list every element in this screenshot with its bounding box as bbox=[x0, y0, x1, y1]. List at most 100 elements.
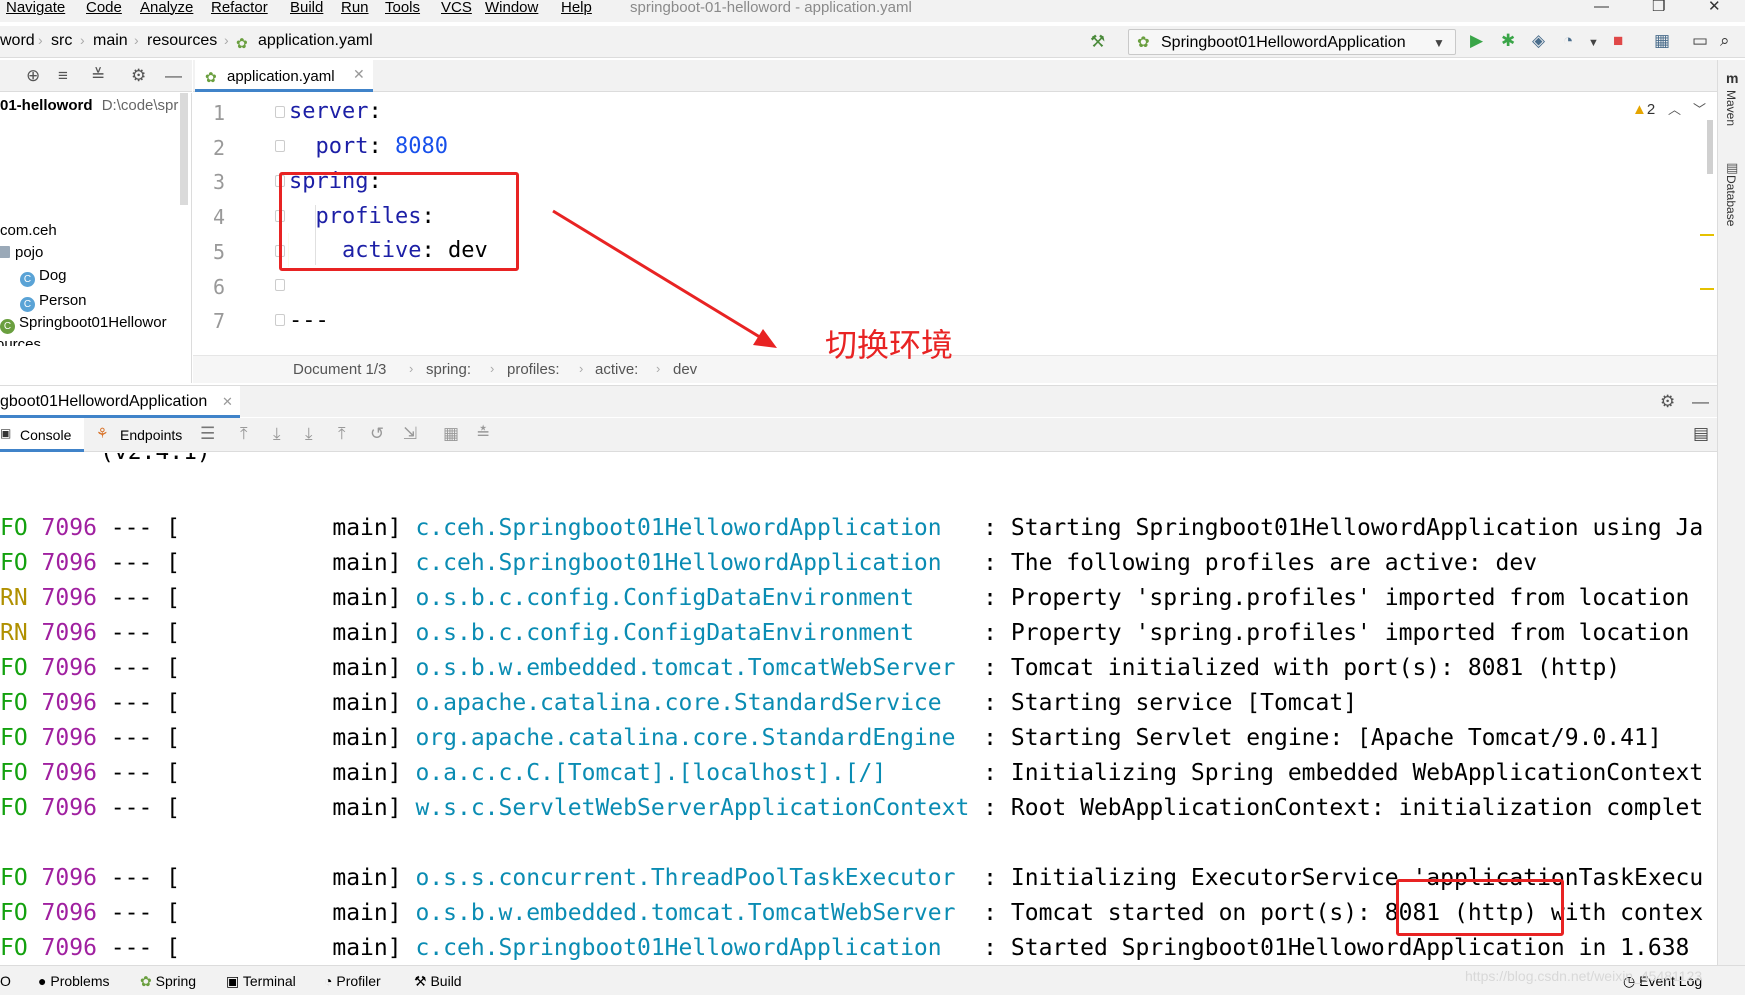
collapse-all-icon[interactable]: ≚ bbox=[91, 66, 105, 86]
crumb-document[interactable]: Document 1/3 bbox=[293, 361, 386, 378]
close-icon[interactable]: ✕ bbox=[353, 66, 365, 83]
minimize-icon[interactable]: — bbox=[1594, 0, 1609, 14]
breadcrumb-src[interactable]: src bbox=[51, 32, 72, 50]
gear-icon[interactable]: ⚙ bbox=[1660, 392, 1675, 412]
chevron-down-icon[interactable]: ▼ bbox=[1588, 33, 1599, 53]
build-hammer-icon[interactable]: ⚒ bbox=[1090, 32, 1105, 52]
change-marker bbox=[1700, 234, 1714, 236]
editor-scrollbar[interactable] bbox=[1707, 120, 1713, 174]
tab-endpoints[interactable]: ⚘ Endpoints bbox=[96, 418, 196, 452]
tree-item-class[interactable]: C Dog bbox=[20, 267, 67, 287]
menu-window[interactable]: Window bbox=[485, 0, 538, 16]
breadcrumb-resources[interactable]: resources bbox=[147, 32, 217, 50]
menu-bar: Navigate Code Analyze Refactor Build Run… bbox=[0, 0, 1745, 22]
tree-root[interactable]: 01-helloword D:\code\spr bbox=[0, 97, 178, 114]
filter-icon[interactable]: ≛ bbox=[476, 424, 490, 444]
menu-code[interactable]: Code bbox=[86, 0, 122, 16]
tab-profiler[interactable]: ◔ Profiler bbox=[324, 973, 381, 989]
log-bracket: ] bbox=[387, 795, 416, 821]
structure-breadcrumb: Document 1/3 › spring: › profiles: › act… bbox=[193, 355, 1717, 383]
wrap-icon[interactable]: ↺ bbox=[370, 424, 384, 444]
log-separator: --- [ bbox=[96, 725, 333, 751]
tab-build[interactable]: ⚒ Build bbox=[414, 973, 462, 990]
log-logger: o.s.b.w.embedded.tomcat.TomcatWebServer bbox=[415, 655, 970, 681]
breadcrumb-file[interactable]: application.yaml bbox=[258, 32, 373, 50]
fold-marker-icon[interactable] bbox=[275, 279, 285, 291]
tree-item-package[interactable]: com.ceh bbox=[0, 222, 57, 239]
log-separator: --- [ bbox=[96, 690, 333, 716]
debug-icon[interactable]: ✱ bbox=[1501, 31, 1515, 51]
tree-item-class[interactable]: C Person bbox=[20, 292, 87, 312]
close-icon[interactable]: ✕ bbox=[222, 394, 233, 410]
crumb-dev[interactable]: dev bbox=[673, 361, 697, 378]
menu-vcs[interactable]: VCS bbox=[441, 0, 472, 16]
log-bracket: ] bbox=[387, 515, 416, 541]
tree-item-folder[interactable]: ources bbox=[0, 336, 41, 346]
warning-indicator[interactable]: ▲2 bbox=[1632, 101, 1655, 118]
log-separator: --- [ bbox=[96, 550, 333, 576]
breadcrumb-project[interactable]: word bbox=[0, 32, 35, 50]
chevron-up-icon[interactable]: ︿ bbox=[1668, 100, 1681, 120]
download-icon[interactable]: ⤓ bbox=[273, 424, 281, 444]
menu-help[interactable]: Help bbox=[561, 0, 592, 16]
tab-problems[interactable]: ● Problems bbox=[38, 973, 110, 989]
table-icon[interactable]: ▦ bbox=[443, 424, 459, 444]
expand-all-icon[interactable]: ≡ bbox=[58, 66, 68, 86]
fold-marker-icon[interactable] bbox=[275, 314, 285, 326]
menu-navigate[interactable]: Navigate bbox=[6, 0, 65, 16]
sort-icon[interactable]: ⇲ bbox=[403, 424, 417, 444]
menu-build[interactable]: Build bbox=[290, 0, 323, 16]
coverage-icon[interactable]: ◈ bbox=[1532, 31, 1545, 51]
folder-icon bbox=[0, 246, 10, 258]
crumb-active[interactable]: active: bbox=[595, 361, 638, 378]
stop-icon[interactable]: ■ bbox=[1613, 31, 1623, 51]
run-icon[interactable]: ▶ bbox=[1470, 31, 1483, 51]
locate-icon[interactable]: ⊕ bbox=[26, 66, 40, 86]
log-line: FO 7096 --- [ main] org.apache.catalina.… bbox=[0, 721, 1662, 755]
menu-run[interactable]: Run bbox=[341, 0, 369, 16]
scroll-up-icon[interactable]: ⤒ bbox=[240, 424, 248, 444]
tab-application-yaml[interactable]: ✿ application.yaml ✕ bbox=[195, 60, 373, 92]
run-tab[interactable]: gboot01HellowordApplication ✕ bbox=[0, 386, 240, 418]
tree-item-folder[interactable]: pojo bbox=[0, 244, 43, 261]
hide-icon[interactable]: — bbox=[1692, 392, 1709, 412]
layout-icon[interactable]: ▤ bbox=[1693, 424, 1709, 444]
maven-tool-label[interactable]: Maven bbox=[1724, 90, 1738, 126]
menu-analyze[interactable]: Analyze bbox=[140, 0, 193, 16]
tab-spring[interactable]: ✿ Spring bbox=[140, 973, 196, 990]
run-configuration-select[interactable]: ✿ Springboot01HellowordApplication ▼ bbox=[1128, 29, 1456, 55]
chevron-down-icon[interactable]: ﹀ bbox=[1693, 100, 1706, 120]
chevron-down-icon: ▼ bbox=[1433, 36, 1445, 50]
menu-refactor[interactable]: Refactor bbox=[211, 0, 268, 16]
search-icon[interactable]: ⌕ bbox=[1720, 31, 1730, 51]
crumb-spring[interactable]: spring: bbox=[426, 361, 471, 378]
hide-icon[interactable]: — bbox=[165, 66, 182, 86]
close-window-icon[interactable]: ✕ bbox=[1708, 0, 1721, 14]
download-alt-icon[interactable]: ⤓ bbox=[305, 424, 313, 444]
menu-tools[interactable]: Tools bbox=[385, 0, 420, 16]
breadcrumb-main[interactable]: main bbox=[93, 32, 128, 50]
log-pid: 7096 bbox=[41, 655, 97, 681]
fold-marker-icon[interactable] bbox=[275, 106, 285, 118]
maven-icon[interactable]: m bbox=[1726, 68, 1738, 88]
tab-label: Endpoints bbox=[120, 427, 183, 443]
crumb-profiles[interactable]: profiles: bbox=[507, 361, 560, 378]
database-tool-label[interactable]: Database bbox=[1724, 175, 1738, 226]
project-scrollbar[interactable] bbox=[180, 93, 188, 205]
restore-icon[interactable]: ❐ bbox=[1652, 0, 1665, 14]
yaml-file-icon: ✿ bbox=[236, 35, 248, 51]
profile-icon[interactable]: ◔ bbox=[1563, 31, 1573, 51]
project-structure-icon[interactable]: ▦ bbox=[1654, 31, 1670, 51]
menu-icon[interactable]: ☰ bbox=[200, 424, 215, 444]
gear-icon[interactable]: ⚙ bbox=[131, 66, 146, 86]
tree-item-class[interactable]: C Springboot01Hellowor bbox=[0, 314, 167, 334]
window-icon[interactable]: ▭ bbox=[1692, 31, 1708, 51]
line-number: 7 bbox=[213, 309, 226, 333]
log-thread: main bbox=[332, 725, 388, 751]
fold-marker-icon[interactable] bbox=[275, 140, 285, 152]
log-logger: o.s.b.w.embedded.tomcat.TomcatWebServer bbox=[415, 900, 970, 926]
tab-console[interactable]: ▣ Console bbox=[0, 418, 84, 452]
log-level: RN bbox=[0, 620, 42, 646]
upload-icon[interactable]: ⤒ bbox=[338, 424, 346, 444]
tab-terminal[interactable]: ▣ Terminal bbox=[226, 973, 296, 990]
